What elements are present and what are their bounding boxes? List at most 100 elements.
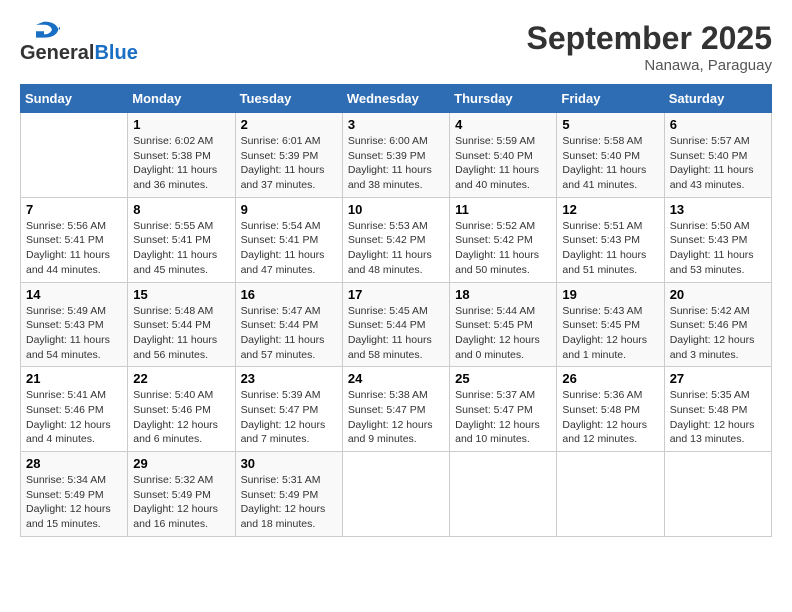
logo-general: General bbox=[20, 42, 94, 65]
day-number: 23 bbox=[241, 371, 337, 386]
day-number: 24 bbox=[348, 371, 444, 386]
day-info: Sunrise: 5:32 AM Sunset: 5:49 PM Dayligh… bbox=[133, 473, 229, 532]
month-title: September 2025 bbox=[527, 20, 772, 57]
day-number: 1 bbox=[133, 117, 229, 132]
col-header-thursday: Thursday bbox=[450, 85, 557, 113]
table-row: 25 Sunrise: 5:37 AM Sunset: 5:47 PM Dayli… bbox=[450, 367, 557, 452]
table-row bbox=[664, 452, 771, 537]
day-number: 30 bbox=[241, 456, 337, 471]
table-row: 18Sunrise: 5:44 AM Sunset: 5:45 PM Dayli… bbox=[450, 282, 557, 367]
day-number: 15 bbox=[133, 287, 229, 302]
table-row: 23Sunrise: 5:39 AM Sunset: 5:47 PM Dayli… bbox=[235, 367, 342, 452]
day-number: 25 bbox=[455, 371, 551, 386]
table-row bbox=[450, 452, 557, 537]
day-info: Sunrise: 5:37 AM Sunset: 5:47 PM Dayligh… bbox=[455, 388, 551, 447]
table-row: 6 Sunrise: 5:57 AM Sunset: 5:40 PM Daylig… bbox=[664, 113, 771, 198]
table-row: 5 Sunrise: 5:58 AM Sunset: 5:40 PM Daylig… bbox=[557, 113, 664, 198]
logo: GeneralBlue bbox=[20, 20, 138, 65]
day-info: Sunrise: 6:02 AM Sunset: 5:38 PM Dayligh… bbox=[133, 134, 229, 193]
header: GeneralBlue September 2025 Nanawa, Parag… bbox=[20, 20, 772, 74]
col-header-tuesday: Tuesday bbox=[235, 85, 342, 113]
day-number: 8 bbox=[133, 202, 229, 217]
day-info: Sunrise: 5:44 AM Sunset: 5:45 PM Dayligh… bbox=[455, 304, 551, 363]
table-row: 30 Sunrise: 5:31 AM Sunset: 5:49 PM Dayli… bbox=[235, 452, 342, 537]
day-number: 9 bbox=[241, 202, 337, 217]
table-row: 28 Sunrise: 5:34 AM Sunset: 5:49 PM Dayli… bbox=[21, 452, 128, 537]
day-info: Sunrise: 5:34 AM Sunset: 5:49 PM Dayligh… bbox=[26, 473, 122, 532]
day-number: 29 bbox=[133, 456, 229, 471]
day-number: 21 bbox=[26, 371, 122, 386]
table-row: 10Sunrise: 5:53 AM Sunset: 5:42 PM Dayli… bbox=[342, 197, 449, 282]
day-number: 27 bbox=[670, 371, 766, 386]
day-info: Sunrise: 5:47 AM Sunset: 5:44 PM Dayligh… bbox=[241, 304, 337, 363]
table-row: 14 Sunrise: 5:49 AM Sunset: 5:43 PM Dayli… bbox=[21, 282, 128, 367]
day-info: Sunrise: 5:35 AM Sunset: 5:48 PM Dayligh… bbox=[670, 388, 766, 447]
day-number: 16 bbox=[241, 287, 337, 302]
day-info: Sunrise: 5:58 AM Sunset: 5:40 PM Dayligh… bbox=[562, 134, 658, 193]
day-info: Sunrise: 6:01 AM Sunset: 5:39 PM Dayligh… bbox=[241, 134, 337, 193]
day-number: 6 bbox=[670, 117, 766, 132]
day-number: 26 bbox=[562, 371, 658, 386]
day-number: 3 bbox=[348, 117, 444, 132]
table-row: 7Sunrise: 5:56 AM Sunset: 5:41 PM Daylig… bbox=[21, 197, 128, 282]
day-number: 20 bbox=[670, 287, 766, 302]
table-row: 22 Sunrise: 5:40 AM Sunset: 5:46 PM Dayli… bbox=[128, 367, 235, 452]
table-row: 21 Sunrise: 5:41 AM Sunset: 5:46 PM Dayli… bbox=[21, 367, 128, 452]
table-row bbox=[21, 113, 128, 198]
table-row: 13 Sunrise: 5:50 AM Sunset: 5:43 PM Dayli… bbox=[664, 197, 771, 282]
calendar-table: SundayMondayTuesdayWednesdayThursdayFrid… bbox=[20, 84, 772, 537]
day-number: 28 bbox=[26, 456, 122, 471]
logo-icon bbox=[20, 20, 60, 40]
table-row: 26 Sunrise: 5:36 AM Sunset: 5:48 PM Dayli… bbox=[557, 367, 664, 452]
day-info: Sunrise: 5:43 AM Sunset: 5:45 PM Dayligh… bbox=[562, 304, 658, 363]
table-row: 12 Sunrise: 5:51 AM Sunset: 5:43 PM Dayli… bbox=[557, 197, 664, 282]
day-info: Sunrise: 5:53 AM Sunset: 5:42 PM Dayligh… bbox=[348, 219, 444, 278]
day-number: 13 bbox=[670, 202, 766, 217]
day-number: 5 bbox=[562, 117, 658, 132]
day-info: Sunrise: 5:38 AM Sunset: 5:47 PM Dayligh… bbox=[348, 388, 444, 447]
col-header-monday: Monday bbox=[128, 85, 235, 113]
table-row: 19Sunrise: 5:43 AM Sunset: 5:45 PM Dayli… bbox=[557, 282, 664, 367]
day-number: 12 bbox=[562, 202, 658, 217]
table-row: 17 Sunrise: 5:45 AM Sunset: 5:44 PM Dayli… bbox=[342, 282, 449, 367]
day-info: Sunrise: 5:49 AM Sunset: 5:43 PM Dayligh… bbox=[26, 304, 122, 363]
day-info: Sunrise: 5:51 AM Sunset: 5:43 PM Dayligh… bbox=[562, 219, 658, 278]
day-info: Sunrise: 6:00 AM Sunset: 5:39 PM Dayligh… bbox=[348, 134, 444, 193]
day-number: 17 bbox=[348, 287, 444, 302]
day-number: 4 bbox=[455, 117, 551, 132]
day-number: 22 bbox=[133, 371, 229, 386]
table-row bbox=[342, 452, 449, 537]
table-row: 29 Sunrise: 5:32 AM Sunset: 5:49 PM Dayli… bbox=[128, 452, 235, 537]
title-area: September 2025 Nanawa, Paraguay bbox=[527, 20, 772, 74]
table-row: 4 Sunrise: 5:59 AM Sunset: 5:40 PM Daylig… bbox=[450, 113, 557, 198]
day-number: 2 bbox=[241, 117, 337, 132]
table-row: 9 Sunrise: 5:54 AM Sunset: 5:41 PM Daylig… bbox=[235, 197, 342, 282]
col-header-sunday: Sunday bbox=[21, 85, 128, 113]
table-row bbox=[557, 452, 664, 537]
day-info: Sunrise: 5:31 AM Sunset: 5:49 PM Dayligh… bbox=[241, 473, 337, 532]
day-info: Sunrise: 5:57 AM Sunset: 5:40 PM Dayligh… bbox=[670, 134, 766, 193]
table-row: 24 Sunrise: 5:38 AM Sunset: 5:47 PM Dayli… bbox=[342, 367, 449, 452]
table-row: 20 Sunrise: 5:42 AM Sunset: 5:46 PM Dayli… bbox=[664, 282, 771, 367]
day-info: Sunrise: 5:41 AM Sunset: 5:46 PM Dayligh… bbox=[26, 388, 122, 447]
col-header-friday: Friday bbox=[557, 85, 664, 113]
table-row: 2 Sunrise: 6:01 AM Sunset: 5:39 PM Daylig… bbox=[235, 113, 342, 198]
day-info: Sunrise: 5:40 AM Sunset: 5:46 PM Dayligh… bbox=[133, 388, 229, 447]
col-header-saturday: Saturday bbox=[664, 85, 771, 113]
table-row: 27 Sunrise: 5:35 AM Sunset: 5:48 PM Dayli… bbox=[664, 367, 771, 452]
day-number: 14 bbox=[26, 287, 122, 302]
day-info: Sunrise: 5:59 AM Sunset: 5:40 PM Dayligh… bbox=[455, 134, 551, 193]
day-info: Sunrise: 5:55 AM Sunset: 5:41 PM Dayligh… bbox=[133, 219, 229, 278]
table-row: 15 Sunrise: 5:48 AM Sunset: 5:44 PM Dayli… bbox=[128, 282, 235, 367]
day-info: Sunrise: 5:36 AM Sunset: 5:48 PM Dayligh… bbox=[562, 388, 658, 447]
day-info: Sunrise: 5:54 AM Sunset: 5:41 PM Dayligh… bbox=[241, 219, 337, 278]
day-info: Sunrise: 5:42 AM Sunset: 5:46 PM Dayligh… bbox=[670, 304, 766, 363]
location-subtitle: Nanawa, Paraguay bbox=[527, 57, 772, 74]
day-info: Sunrise: 5:50 AM Sunset: 5:43 PM Dayligh… bbox=[670, 219, 766, 278]
table-row: 8 Sunrise: 5:55 AM Sunset: 5:41 PM Daylig… bbox=[128, 197, 235, 282]
table-row: 16 Sunrise: 5:47 AM Sunset: 5:44 PM Dayli… bbox=[235, 282, 342, 367]
day-info: Sunrise: 5:56 AM Sunset: 5:41 PM Dayligh… bbox=[26, 219, 122, 278]
day-info: Sunrise: 5:45 AM Sunset: 5:44 PM Dayligh… bbox=[348, 304, 444, 363]
day-info: Sunrise: 5:48 AM Sunset: 5:44 PM Dayligh… bbox=[133, 304, 229, 363]
table-row: 3 Sunrise: 6:00 AM Sunset: 5:39 PM Daylig… bbox=[342, 113, 449, 198]
